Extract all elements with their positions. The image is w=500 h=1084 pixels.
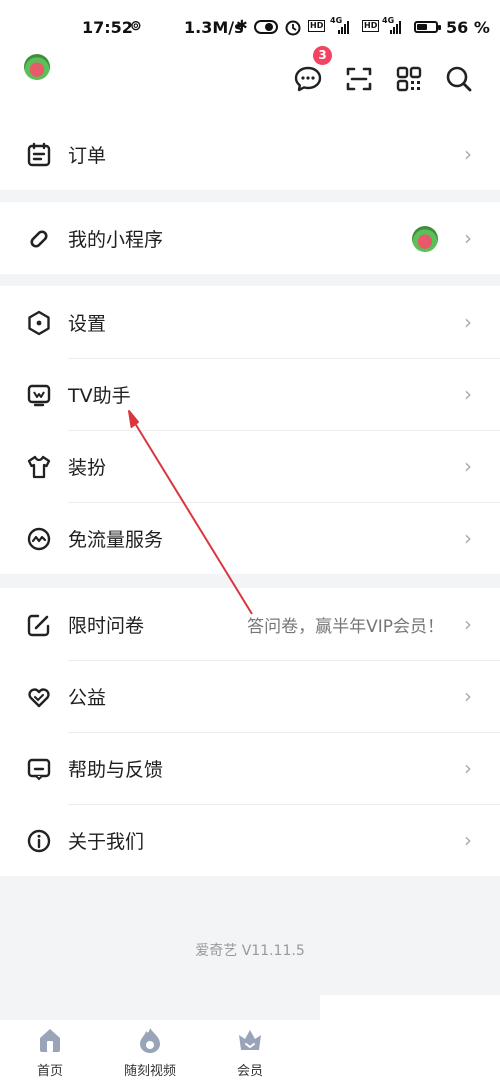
- menu-item-settings[interactable]: 设置 ›: [0, 286, 500, 358]
- status-time: 17:52: [82, 18, 133, 37]
- menu-item-label: 设置: [68, 312, 107, 335]
- scan-icon[interactable]: [344, 64, 374, 94]
- chevron-right-icon: ›: [464, 526, 472, 550]
- menu-item-help-feedback[interactable]: 帮助与反馈 ›: [0, 732, 500, 804]
- tab-home[interactable]: 首页: [10, 1020, 90, 1079]
- crown-icon: [239, 1030, 261, 1050]
- hd-icon: HD: [308, 20, 326, 32]
- mini-program-avatar: [412, 226, 438, 252]
- menu-item-label: 订单: [68, 144, 107, 167]
- menu-item-label: 关于我们: [68, 830, 145, 853]
- menu-item-label: 装扮: [68, 456, 107, 479]
- top-bar: 3: [0, 46, 500, 118]
- flame-icon: [140, 1028, 160, 1053]
- message-badge: 3: [313, 46, 332, 65]
- menu-item-mini-programs[interactable]: 我的小程序 ›: [0, 202, 500, 274]
- signal-icon: [390, 20, 401, 34]
- qrcode-icon[interactable]: [394, 64, 424, 94]
- signal-icon: [338, 20, 349, 34]
- bottom-tab-bar: 首页 随刻视频 会员: [0, 1020, 320, 1084]
- bluetooth-icon: ✱: [236, 18, 248, 34]
- chevron-right-icon: ›: [464, 310, 472, 334]
- chevron-right-icon: ›: [464, 612, 472, 636]
- tab-label: 首页: [36, 1064, 63, 1079]
- menu-group-settings: 设置 › TV助手 › 装扮 › 免流量服务 ›: [0, 286, 500, 574]
- chevron-right-icon: ›: [464, 684, 472, 708]
- user-avatar[interactable]: [24, 54, 50, 80]
- menu-item-tv-assistant[interactable]: TV助手 ›: [0, 358, 500, 430]
- tab-vip[interactable]: 会员: [210, 1020, 290, 1079]
- menu-item-label: 公益: [68, 686, 107, 709]
- settings-icon: [28, 310, 50, 336]
- menu-group-other: 限时问卷 答问卷，赢半年VIP会员！ › 公益 › 帮助与反馈 › 关于我们 ›: [0, 588, 500, 876]
- battery-icon: [414, 21, 441, 33]
- link-icon: [30, 230, 48, 248]
- menu-item-about-us[interactable]: 关于我们 ›: [0, 804, 500, 876]
- hd-icon: HD: [362, 20, 380, 32]
- battery-percent: 56 %: [446, 18, 490, 37]
- tv-icon: [27, 384, 51, 407]
- sync-icon: ⊚: [130, 18, 142, 34]
- alarm-icon: [285, 20, 301, 36]
- tab-label: 随刻视频: [123, 1064, 176, 1079]
- chevron-right-icon: ›: [464, 454, 472, 478]
- toggle-icon: [254, 20, 278, 34]
- menu-item-label: 限时问卷: [68, 614, 145, 637]
- app-version: 爱奇艺 V11.11.5: [195, 943, 305, 959]
- background-panel: [320, 995, 500, 1084]
- menu-item-dress-up[interactable]: 装扮 ›: [0, 430, 500, 502]
- tab-label: 会员: [236, 1064, 263, 1079]
- menu-group-orders: 订单 ›: [0, 118, 500, 190]
- home-icon: [40, 1029, 60, 1052]
- shirt-icon: [27, 455, 51, 479]
- order-icon: [27, 142, 51, 167]
- chevron-right-icon: ›: [464, 828, 472, 852]
- menu-group-mini-programs: 我的小程序 ›: [0, 202, 500, 274]
- message-icon[interactable]: [293, 64, 323, 94]
- menu-item-charity[interactable]: 公益 ›: [0, 660, 500, 732]
- chevron-right-icon: ›: [464, 226, 472, 250]
- chevron-right-icon: ›: [464, 142, 472, 166]
- chevron-right-icon: ›: [464, 382, 472, 406]
- tab-suike-video[interactable]: 随刻视频: [110, 1020, 190, 1079]
- network-speed: 1.3M/s: [184, 18, 244, 37]
- help-icon: [27, 758, 51, 781]
- info-icon: [27, 829, 51, 853]
- menu-item-label: 免流量服务: [68, 528, 164, 551]
- heart-icon: [28, 688, 50, 708]
- menu-item-label: 我的小程序: [68, 228, 164, 251]
- menu-item-survey[interactable]: 限时问卷 答问卷，赢半年VIP会员！ ›: [0, 588, 500, 660]
- menu-item-label: TV助手: [68, 384, 131, 407]
- search-icon[interactable]: [444, 64, 474, 94]
- menu-item-label: 帮助与反馈: [68, 758, 164, 781]
- menu-item-free-traffic[interactable]: 免流量服务 ›: [0, 502, 500, 574]
- status-bar: 17:52 ⊚ 1.3M/s ✱ HD 4G HD 4G 56 %: [0, 0, 500, 52]
- survey-promo-text: 答问卷，赢半年VIP会员！: [247, 616, 444, 637]
- chevron-right-icon: ›: [464, 756, 472, 780]
- traffic-icon: [27, 527, 51, 551]
- menu-item-orders[interactable]: 订单 ›: [0, 118, 500, 190]
- survey-icon: [27, 614, 50, 637]
